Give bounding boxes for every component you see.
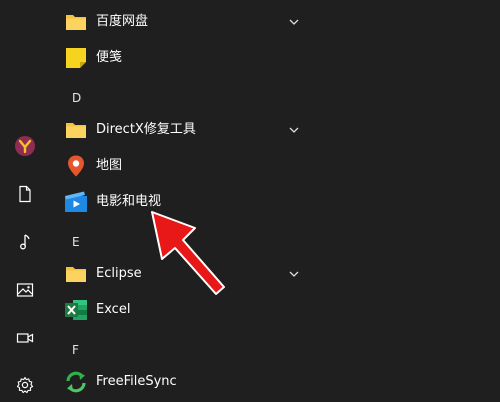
chevron-down-icon[interactable]	[288, 17, 300, 27]
videos-button[interactable]	[8, 321, 42, 355]
app-item-eclipse[interactable]: Eclipse	[50, 257, 310, 291]
excel-icon	[65, 300, 87, 320]
video-camera-icon	[16, 333, 34, 343]
app-item-sticky-notes[interactable]: 便笺	[50, 41, 310, 75]
user-avatar-button[interactable]	[8, 129, 42, 163]
app-label: 百度网盘	[96, 14, 149, 29]
sticky-note-icon	[66, 48, 86, 68]
section-letter-f[interactable]: F	[72, 340, 79, 360]
folder-icon	[66, 15, 86, 30]
gear-icon	[16, 376, 34, 394]
map-pin-icon	[68, 155, 84, 177]
section-letter-e[interactable]: E	[72, 232, 80, 252]
movies-tv-icon	[65, 191, 87, 212]
app-label: Eclipse	[96, 266, 142, 281]
music-note-icon	[20, 234, 30, 250]
app-label: 地图	[96, 158, 123, 173]
app-label: 电影和电视	[96, 194, 162, 209]
chevron-down-icon[interactable]	[288, 269, 300, 279]
picture-icon	[16, 283, 34, 297]
document-icon	[19, 185, 31, 203]
app-item-maps[interactable]: 地图	[50, 149, 310, 183]
app-item-movies-tv[interactable]: 电影和电视	[50, 185, 310, 219]
section-letter-d[interactable]: D	[72, 88, 81, 108]
app-label: Excel	[96, 302, 131, 317]
chevron-down-icon[interactable]	[288, 125, 300, 135]
app-label: 便笺	[96, 50, 123, 65]
music-button[interactable]	[8, 225, 42, 259]
folder-icon	[66, 123, 86, 138]
user-avatar-icon	[15, 136, 35, 156]
app-item-baidu-pan[interactable]: 百度网盘	[50, 5, 310, 39]
app-list: 百度网盘 便笺 D DirectX修复工具 地图 电影和电视 E Eclipse…	[50, 0, 500, 398]
sync-icon	[66, 371, 86, 393]
app-item-freefilesync[interactable]: FreeFileSync	[50, 365, 310, 399]
app-label: DirectX修复工具	[96, 122, 196, 137]
pictures-button[interactable]	[8, 273, 42, 307]
app-label: FreeFileSync	[96, 374, 177, 389]
settings-button[interactable]	[8, 368, 42, 402]
start-left-rail	[0, 0, 50, 398]
app-item-excel[interactable]: Excel	[50, 293, 310, 327]
documents-button[interactable]	[8, 177, 42, 211]
folder-icon	[66, 267, 86, 282]
app-item-directx[interactable]: DirectX修复工具	[50, 113, 310, 147]
